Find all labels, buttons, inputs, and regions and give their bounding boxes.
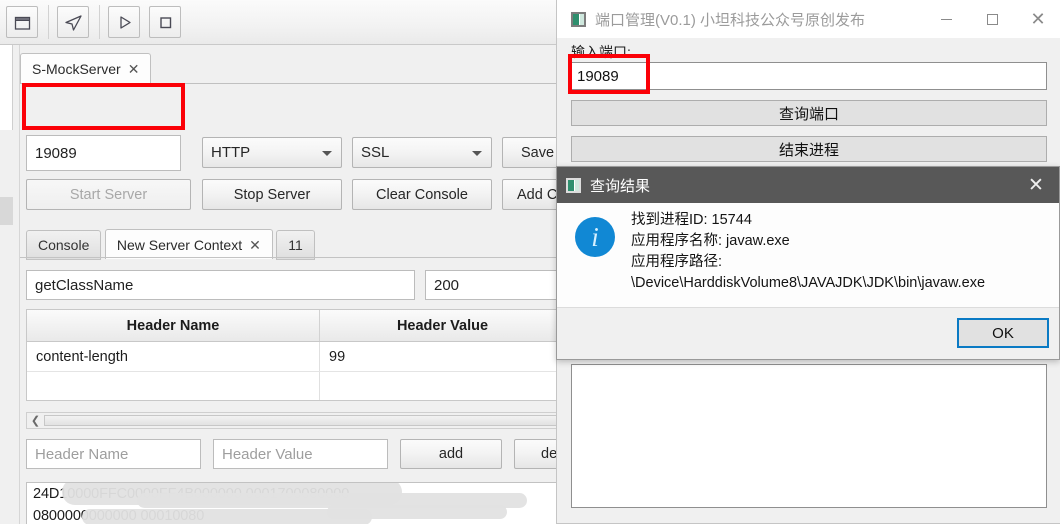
status-code-value: 200 [434,276,460,294]
clear-console-button[interactable]: Clear Console [352,179,492,210]
chevron-left-icon[interactable]: ❮ [27,414,44,427]
toolbar-separator-2 [99,5,100,39]
cell-header-name: content-length [27,342,320,371]
cell-header-value [320,372,565,400]
clear-console-label: Clear Console [376,186,468,203]
status-code-input[interactable]: 200 [425,270,566,300]
kill-process-label: 结束进程 [778,141,839,159]
tab-11[interactable]: 11 [276,229,315,260]
toolbar [0,0,566,45]
top-tabstrip: S-MockServer ✕ [20,53,566,83]
send-glyph [64,14,82,31]
rail-segment-white [0,45,13,130]
screen: S-MockServer ✕ 19089 HTTP SSL Save Start… [0,0,1060,524]
left-port-highlight [22,83,185,130]
console-output[interactable]: 24D10000FFC0000FF4B000000 0001700080000 … [26,482,566,524]
new-header-value-placeholder: Header Value [222,445,313,463]
dialog-message: 找到进程ID: 15744 应用程序名称: javaw.exe 应用程序路径: … [631,210,1051,294]
port-manager-titlebar[interactable]: 端口管理(V0.1) 小坦科技公众号原创发布 ✕ [557,0,1060,38]
protocol-select[interactable]: HTTP [202,137,342,168]
app-icon [566,177,581,193]
tab-label: New Server Context [116,236,243,253]
tab-s-mockserver[interactable]: S-MockServer ✕ [20,53,152,83]
add-header-button[interactable]: add [400,439,502,469]
start-server-label: Start Server [69,186,148,203]
ok-button[interactable]: OK [957,318,1049,348]
close-icon[interactable]: ✕ [1013,167,1059,203]
tab-console[interactable]: Console [26,229,102,260]
close-icon[interactable]: ✕ [1015,0,1060,38]
headers-table: Header Name Header Value content-length … [26,309,566,401]
kill-process-button[interactable]: 结束进程 [571,136,1047,162]
ssl-select[interactable]: SSL [352,137,492,168]
start-server-button[interactable]: Start Server [26,179,191,210]
new-header-name-input[interactable]: Header Name [26,439,201,469]
stop-server-label: Stop Server [233,186,311,203]
right-port-highlight [568,54,650,94]
tab-label: 11 [288,236,303,253]
port-input[interactable]: 19089 [26,135,181,171]
stop-icon[interactable] [149,6,181,38]
query-port-label: 查询端口 [778,105,839,123]
column-header-name[interactable]: Header Name [27,310,320,341]
column-header-value[interactable]: Header Value [320,310,565,341]
mockserver-window: S-MockServer ✕ 19089 HTTP SSL Save Start… [0,0,566,524]
query-port-button[interactable]: 查询端口 [571,100,1047,126]
dialog-message-line: 应用程序名称: javaw.exe [631,233,790,249]
port-manager-output[interactable] [571,364,1047,508]
new-header-name-placeholder: Header Name [35,445,129,463]
redaction-mark [327,505,507,519]
new-project-glyph [14,16,30,30]
ok-button-label: OK [992,324,1014,342]
context-path-input[interactable]: getClassName [26,270,415,300]
send-icon[interactable] [57,6,89,38]
dialog-message-line: 找到进程ID: 15744 [631,212,752,228]
table-row[interactable]: content-length 99 [27,342,565,372]
add-header-label: add [438,446,464,462]
play-glyph [119,15,131,29]
close-icon[interactable]: ✕ [249,238,261,252]
table-row[interactable] [27,372,565,400]
dialog-footer: OK [557,307,1059,359]
toolbar-separator-1 [48,5,49,39]
stop-glyph [159,16,171,28]
context-path-value: getClassName [35,276,134,294]
rail-segment-grey[interactable] [0,197,13,225]
dialog-title: 查询结果 [590,177,651,195]
new-header-value-input[interactable]: Header Value [213,439,388,469]
play-icon[interactable] [108,6,140,38]
ssl-select-value: SSL [361,144,390,161]
scrollbar-thumb[interactable] [44,415,563,426]
headers-table-hscrollbar[interactable]: ❮ [26,412,566,429]
cell-header-value: 99 [329,348,346,365]
protocol-select-value: HTTP [211,144,251,161]
stop-server-button[interactable]: Stop Server [202,179,342,210]
close-icon[interactable]: ✕ [128,62,140,76]
dialog-titlebar[interactable]: 查询结果 ✕ [557,167,1059,203]
port-input-value: 19089 [35,144,77,162]
save-button-label: Save [521,144,555,161]
info-icon: i [575,217,615,257]
cell-header-name [27,372,320,400]
chevron-down-icon [322,150,332,156]
new-project-icon[interactable] [6,6,38,38]
headers-table-header: Header Name Header Value [27,310,565,342]
maximize-icon[interactable] [969,0,1015,38]
tab-label: S-MockServer [32,60,121,77]
dialog-body: i 找到进程ID: 15744 应用程序名称: javaw.exe 应用程序路径… [557,203,1059,307]
minimize-icon[interactable] [923,0,969,38]
chevron-down-icon [472,150,482,156]
dialog-message-line: 应用程序路径: [631,254,723,270]
context-tabstrip: Console New Server Context ✕ 11 [26,229,315,260]
query-result-dialog: 查询结果 ✕ i 找到进程ID: 15744 应用程序名称: javaw.exe… [556,166,1060,360]
app-icon [571,11,586,27]
left-rail [0,45,20,524]
tab-new-server-context[interactable]: New Server Context ✕ [104,229,273,259]
port-manager-title: 端口管理(V0.1) 小坦科技公众号原创发布 [595,11,866,29]
dialog-message-line: \Device\HarddiskVolume8\JAVAJDK\JDK\bin\… [631,275,986,291]
context-tabstrip-divider [20,257,566,258]
tab-label: Console [38,236,90,253]
